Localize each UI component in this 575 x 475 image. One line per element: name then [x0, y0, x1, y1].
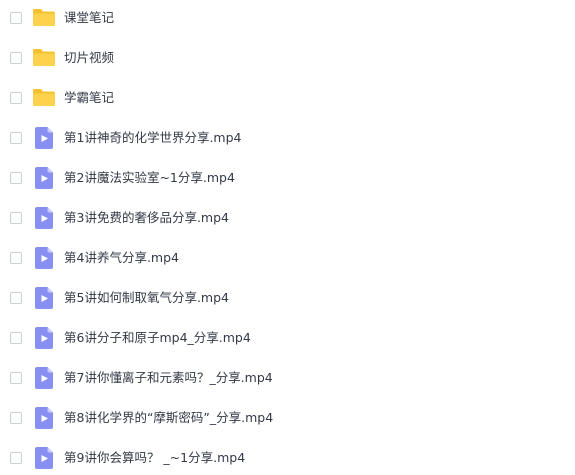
- file-name[interactable]: 第1讲神奇的化学世界分享.mp4: [64, 130, 242, 146]
- file-row[interactable]: 第7讲你懂离子和元素吗？_分享.mp4: [0, 360, 575, 400]
- row-checkbox[interactable]: [10, 332, 22, 344]
- file-row[interactable]: 课堂笔记: [0, 0, 575, 40]
- row-checkbox[interactable]: [10, 452, 22, 464]
- video-file-icon: [35, 367, 53, 389]
- file-name[interactable]: 第7讲你懂离子和元素吗？_分享.mp4: [64, 370, 273, 386]
- video-file-icon: [35, 287, 53, 309]
- file-row[interactable]: 第3讲免费的奢侈品分享.mp4: [0, 200, 575, 240]
- file-row[interactable]: 第1讲神奇的化学世界分享.mp4: [0, 120, 575, 160]
- file-name[interactable]: 第6讲分子和原子mp4_分享.mp4: [64, 330, 251, 346]
- file-row[interactable]: 第5讲如何制取氧气分享.mp4: [0, 280, 575, 320]
- file-row[interactable]: 学霸笔记: [0, 80, 575, 120]
- folder-icon: [33, 49, 55, 66]
- row-checkbox[interactable]: [10, 412, 22, 424]
- row-checkbox[interactable]: [10, 292, 22, 304]
- file-row[interactable]: 切片视频: [0, 40, 575, 80]
- video-file-icon: [35, 167, 53, 189]
- video-file-icon: [35, 327, 53, 349]
- row-checkbox[interactable]: [10, 12, 22, 24]
- file-name[interactable]: 第2讲魔法实验室~1分享.mp4: [64, 170, 235, 186]
- folder-icon: [33, 89, 55, 106]
- file-row[interactable]: 第2讲魔法实验室~1分享.mp4: [0, 160, 575, 200]
- row-checkbox[interactable]: [10, 372, 22, 384]
- video-file-icon: [35, 247, 53, 269]
- video-file-icon: [35, 207, 53, 229]
- row-checkbox[interactable]: [10, 132, 22, 144]
- file-name[interactable]: 第3讲免费的奢侈品分享.mp4: [64, 210, 229, 226]
- file-name[interactable]: 切片视频: [64, 50, 114, 66]
- row-checkbox[interactable]: [10, 252, 22, 264]
- row-checkbox[interactable]: [10, 172, 22, 184]
- video-file-icon: [35, 127, 53, 149]
- file-name[interactable]: 第9讲你会算吗？ _~1分享.mp4: [64, 450, 245, 466]
- file-name[interactable]: 课堂笔记: [64, 10, 114, 26]
- file-row[interactable]: 第9讲你会算吗？ _~1分享.mp4: [0, 440, 575, 475]
- row-checkbox[interactable]: [10, 52, 22, 64]
- row-checkbox[interactable]: [10, 92, 22, 104]
- file-row[interactable]: 第4讲养气分享.mp4: [0, 240, 575, 280]
- file-name[interactable]: 第4讲养气分享.mp4: [64, 250, 179, 266]
- row-checkbox[interactable]: [10, 212, 22, 224]
- file-name[interactable]: 第8讲化学界的“摩斯密码”_分享.mp4: [64, 410, 273, 426]
- file-row[interactable]: 第6讲分子和原子mp4_分享.mp4: [0, 320, 575, 360]
- file-list: 课堂笔记 切片视频 学霸笔记 第1讲神奇的化学世界分享.mp4 第2讲魔法实验室…: [0, 0, 575, 475]
- file-name[interactable]: 第5讲如何制取氧气分享.mp4: [64, 290, 229, 306]
- video-file-icon: [35, 447, 53, 469]
- file-name[interactable]: 学霸笔记: [64, 90, 114, 106]
- video-file-icon: [35, 407, 53, 429]
- folder-icon: [33, 9, 55, 26]
- file-row[interactable]: 第8讲化学界的“摩斯密码”_分享.mp4: [0, 400, 575, 440]
